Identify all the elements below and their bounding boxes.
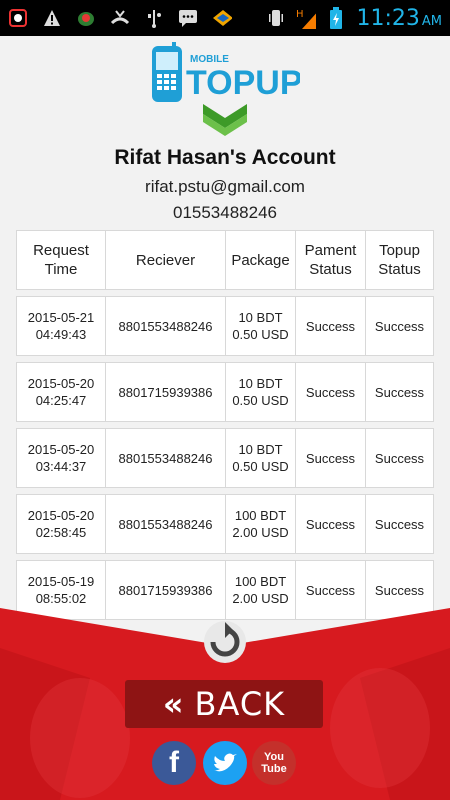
header-package: Package xyxy=(226,231,296,289)
payment-status-cell: Success xyxy=(296,297,366,355)
app-icon xyxy=(8,8,28,28)
facebook-icon: f xyxy=(169,746,179,779)
usb-icon xyxy=(144,8,164,28)
refresh-icon xyxy=(204,621,246,663)
header-receiver: Reciever xyxy=(106,231,226,289)
package-cell: 10 BDT 0.50 USD xyxy=(226,297,296,355)
back-button-label: BACK xyxy=(194,685,286,723)
account-name: Rifat Hasan's Account xyxy=(114,146,336,169)
payment-status-cell: Success xyxy=(296,363,366,421)
sun-icon xyxy=(212,8,232,28)
table-header: Request Time Reciever Package Pament Sta… xyxy=(16,230,434,290)
refresh-button[interactable] xyxy=(203,620,247,664)
mobile-topup-logo: MOBILE TOPUP xyxy=(152,42,300,102)
payment-status-cell: Success xyxy=(296,495,366,553)
receiver-cell: 8801715939386 xyxy=(106,363,226,421)
svg-text:TOPUP: TOPUP xyxy=(186,64,300,102)
table-row: 2015-05-21 04:49:43 8801553488246 10 BDT 0… xyxy=(16,296,434,356)
request-time-cell: 2015-05-20 02:58:45 xyxy=(17,495,106,553)
double-chevron-left-icon: « xyxy=(162,685,185,723)
table-row: 2015-05-20 02:58:45 8801553488246 100 BDT… xyxy=(16,494,434,554)
missed-call-icon xyxy=(110,8,130,28)
topup-status-cell: Success xyxy=(374,450,425,466)
topup-history-table: Request Time Reciever Package Pament Sta… xyxy=(16,230,434,626)
receiver-cell: 8801553488246 xyxy=(106,495,226,553)
vibrate-icon xyxy=(266,8,286,28)
package-cell: 10 BDT 0.50 USD xyxy=(226,429,296,487)
youtube-button[interactable]: You Tube xyxy=(252,741,296,785)
app-screen: MOBILE TOPUP Rifat Hasan's Account rifat… xyxy=(0,36,450,800)
status-bar: H 11:23 AM xyxy=(0,0,450,36)
receiver-cell: 8801553488246 xyxy=(106,297,226,355)
package-cell: 100 BDT 2.00 USD xyxy=(226,495,296,553)
header-topup-status: Topup Status xyxy=(378,242,421,278)
message-icon xyxy=(178,8,198,28)
account-email: rifat.pstu@gmail.com xyxy=(145,177,305,196)
signal-icon: H xyxy=(296,8,317,29)
svg-text:H: H xyxy=(296,9,304,20)
warning-icon xyxy=(42,8,62,28)
header-payment-status: Pament Status xyxy=(296,231,366,289)
youtube-icon: You Tube xyxy=(261,751,287,775)
account-phone: 01553488246 xyxy=(172,203,277,222)
chevron-down-icon xyxy=(203,104,247,136)
bug-icon xyxy=(76,8,96,28)
request-time-cell: 2015-05-21 04:49:43 xyxy=(17,297,106,355)
twitter-icon xyxy=(214,753,237,772)
payment-status-cell: Success xyxy=(296,429,366,487)
table-row: 2015-05-20 04:25:47 8801715939386 10 BDT 0… xyxy=(16,362,434,422)
battery-icon xyxy=(326,7,346,29)
topup-status-cell: Success xyxy=(374,318,425,334)
topup-status-cell: Success xyxy=(374,384,425,400)
header-request-time: Request Time xyxy=(17,231,106,289)
package-cell: 10 BDT 0.50 USD xyxy=(226,363,296,421)
table-row: 2015-05-20 03:44:37 8801553488246 10 BDT 0… xyxy=(16,428,434,488)
topup-status-cell: Success xyxy=(374,516,425,532)
facebook-button[interactable]: f xyxy=(152,741,196,785)
request-time-cell: 2015-05-20 04:25:47 xyxy=(17,363,106,421)
request-time-cell: 2015-05-20 03:44:37 xyxy=(17,429,106,487)
twitter-button[interactable] xyxy=(203,741,247,785)
receiver-cell: 8801553488246 xyxy=(106,429,226,487)
clock: 11:23 AM xyxy=(356,5,442,31)
back-button[interactable]: « BACK xyxy=(125,680,323,728)
